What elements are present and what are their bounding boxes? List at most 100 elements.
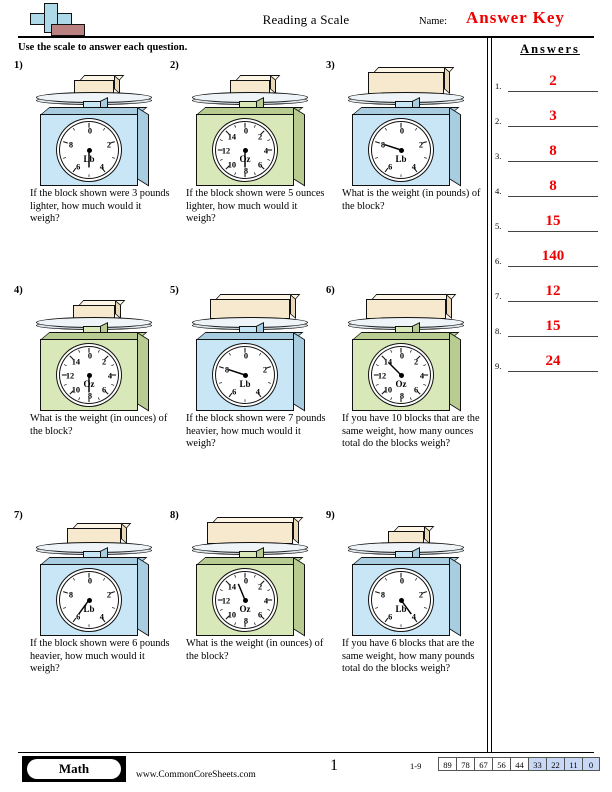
dial-tick-label: 0 (87, 576, 93, 586)
dial-tick-label: 6 (388, 612, 393, 622)
grade-cell: 11 (564, 757, 582, 771)
problem-row: 7) 0 2 4 6 8 Lb If the block shown were 6 pound… (14, 510, 484, 735)
answers-divider-right (491, 38, 492, 752)
problem-number: 4) (14, 285, 23, 296)
site-url: www.CommonCoreSheets.com (136, 770, 256, 780)
problem-grid: 1) 0 2 4 6 8 Lb If the block shown were 3 pound… (14, 60, 484, 735)
dial-tick-label: 6 (258, 610, 263, 620)
problem-number: 8) (170, 510, 179, 521)
problem-text: If you have 10 blocks that are the same … (342, 413, 480, 450)
scale-body-side (137, 332, 149, 412)
scale-body-side (293, 557, 305, 637)
answer-row: 2. 3 (495, 92, 605, 127)
dial-tick-label: 8 (243, 616, 249, 626)
dial-tick-label: 8 (68, 590, 74, 600)
dial-tick-label: 8 (380, 590, 386, 600)
dial-needle-hub (242, 372, 248, 378)
dial-tick-label: 4 (411, 162, 416, 172)
dial-tick-label: 12 (221, 596, 231, 606)
subject-label: Math (58, 761, 90, 776)
answer-value: 15 (545, 318, 561, 334)
dial-tick-label: 4 (419, 371, 425, 381)
dial-tick-label: 12 (221, 146, 231, 156)
scale-body-side (137, 557, 149, 637)
dial-tick-label: 4 (107, 371, 113, 381)
answer-row: 5. 15 (495, 197, 605, 232)
weight-block (368, 72, 444, 94)
answer-row: 3. 8 (495, 127, 605, 162)
scale-dial: 0 2 4 6 8 10 12 14 Oz (56, 343, 122, 407)
dial-tick-label: 8 (243, 166, 249, 176)
answer-number: 7. (495, 291, 502, 301)
dial-tick-label: 2 (418, 590, 424, 600)
scale-illustration: 0 2 4 6 8 Lb (186, 293, 314, 413)
problem-number: 3) (326, 60, 335, 71)
scale-illustration: 0 2 4 6 8 Lb (342, 67, 470, 188)
dial-tick-label: 8 (380, 140, 386, 150)
scale-body-side (449, 332, 461, 412)
answer-row: 4. 8 (495, 162, 605, 197)
scale-illustration: 0 2 4 6 8 10 12 14 Oz (186, 68, 314, 188)
problem-text: If the block shown were 6 pounds heavier… (30, 638, 170, 675)
scale-dial: 0 2 4 6 8 Lb (368, 118, 434, 182)
answers-title: Answers (520, 42, 580, 56)
dial-unit-label: Lb (83, 153, 95, 164)
dial-tick-label: 2 (106, 140, 112, 150)
page-header: Reading a Scale Name: Answer Key (0, 0, 612, 40)
dial-tick-label: 8 (68, 140, 74, 150)
answer-number: 2. (495, 116, 502, 126)
dial-tick-label: 6 (76, 612, 81, 622)
problem-text: If the block shown were 3 pounds lighter… (30, 188, 170, 225)
answer-number: 8. (495, 326, 502, 336)
answer-row: 7. 12 (495, 267, 605, 302)
problem-text: What is the weight (in ounces) of the bl… (186, 638, 324, 662)
scale-dial: 0 2 4 6 8 Lb (368, 568, 434, 632)
dial-tick-label: 6 (414, 385, 419, 395)
dial-needle-hub (398, 372, 404, 378)
dial-tick-label: 4 (255, 387, 260, 397)
dial-tick-label: 6 (102, 385, 107, 395)
answer-line (508, 371, 598, 372)
dial-unit-label: Lb (395, 603, 407, 614)
answer-key-stamp: Answer Key (466, 8, 565, 27)
weight-block (207, 522, 293, 544)
dial-tick-label: 2 (258, 582, 263, 592)
scale-dial: 0 2 4 6 8 10 12 14 Oz (368, 343, 434, 407)
scale-dial: 0 2 4 6 8 10 12 14 Oz (212, 568, 278, 632)
scale-illustration: 0 2 4 6 8 Lb (342, 518, 470, 638)
answer-number: 9. (495, 361, 502, 371)
dial-tick-label: 12 (377, 371, 387, 381)
dial-tick-label: 2 (102, 357, 107, 367)
problem-number: 7) (14, 510, 23, 521)
scale-dial: 0 2 4 6 8 Lb (56, 118, 122, 182)
dial-tick-label: 4 (263, 596, 269, 606)
dial-tick-label: 12 (65, 371, 75, 381)
subject-badge: Math (22, 756, 126, 782)
problem-number: 1) (14, 60, 23, 71)
dial-tick-label: 0 (399, 351, 405, 361)
problem-text: What is the weight (in pounds) of the bl… (342, 188, 481, 212)
dial-tick-label: 0 (243, 126, 249, 136)
answers-panel: Answers 1. 2 2. 3 3. 8 4. 8 5. 15 6. 140 7. 12 8. 15 9. 2… (495, 40, 605, 372)
grading-scale: 89 78 67 56 44 33 22 11 0 (438, 757, 600, 771)
dial-tick-label: 0 (87, 351, 93, 361)
answer-row: 1. 2 (495, 57, 605, 92)
problem-text: If the block shown were 7 pounds heavier… (186, 413, 326, 450)
block-right-face (293, 517, 299, 545)
answer-number: 3. (495, 151, 502, 161)
answer-number: 6. (495, 256, 502, 266)
answer-value: 12 (545, 283, 561, 299)
instructions-text: Use the scale to answer each question. (18, 42, 188, 53)
dial-tick-label: 0 (399, 576, 405, 586)
dial-tick-label: 4 (99, 162, 104, 172)
scale-illustration: 0 2 4 6 8 Lb (30, 518, 158, 638)
dial-needle-hub (86, 597, 92, 603)
dial-unit-label: Oz (83, 378, 95, 389)
header-divider (18, 36, 594, 38)
dial-unit-label: Lb (239, 378, 251, 389)
dial-unit-label: Oz (239, 153, 251, 164)
grade-cell: 89 (438, 757, 456, 771)
grade-cell: 56 (492, 757, 510, 771)
problem-row: 4) 0 2 4 6 8 10 12 14 Oz What is the weight (in ou… (14, 285, 484, 510)
answer-row: 8. 15 (495, 302, 605, 337)
